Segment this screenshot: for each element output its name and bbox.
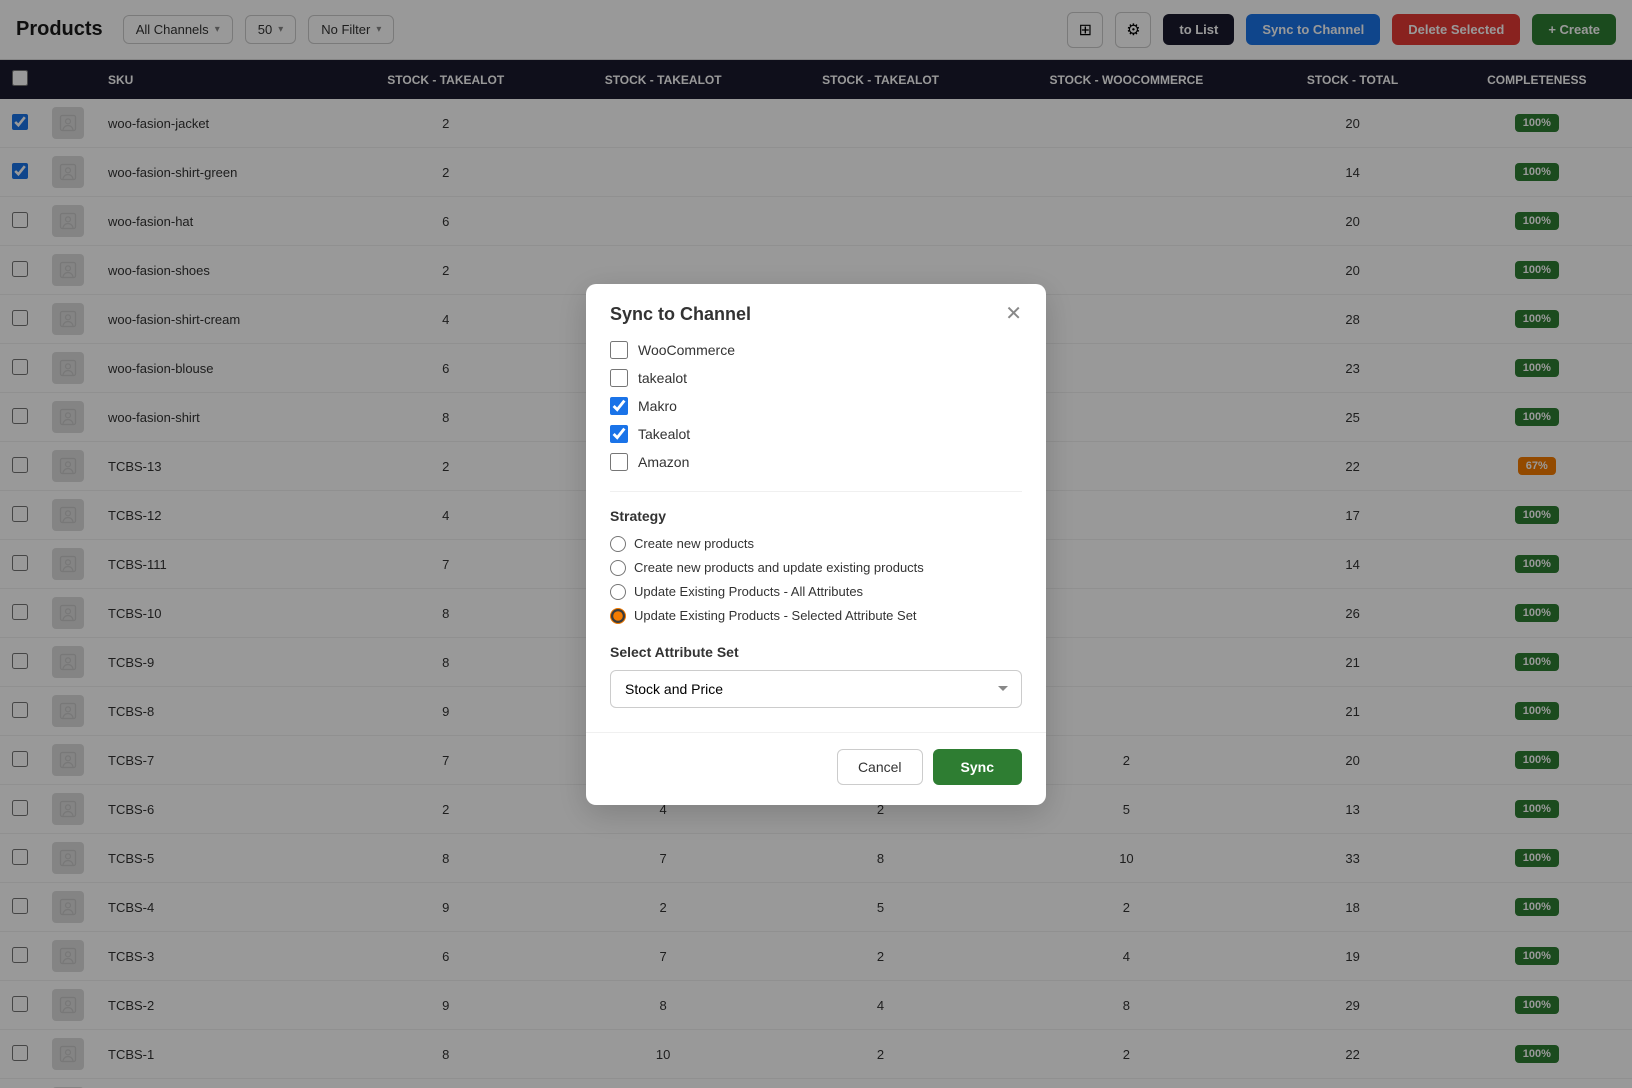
strategy-radio-create_update[interactable] [610,560,626,576]
strategy-radio-update_all[interactable] [610,584,626,600]
channel-label-woocommerce: WooCommerce [638,342,735,358]
modal-body: WooCommerce takealot Makro Takealot Amazon S… [586,341,1046,724]
channel-checkbox-woocommerce[interactable] [610,341,628,359]
attr-set-dropdown[interactable]: Stock and Price [610,670,1022,708]
channel-checkbox-takealot2[interactable] [610,425,628,443]
strategy-item-create_update: Create new products and update existing … [610,560,1022,576]
strategy-label-create_update: Create new products and update existing … [634,560,924,575]
channel-checkbox-makro[interactable] [610,397,628,415]
channel-label-takealot: takealot [638,370,687,386]
channel-label-makro: Makro [638,398,677,414]
sync-channel-modal: Sync to Channel ✕ WooCommerce takealot Mak… [586,284,1046,805]
channel-item-amazon: Amazon [610,453,1022,471]
sync-button[interactable]: Sync [933,749,1022,785]
channel-checkbox-takealot[interactable] [610,369,628,387]
strategy-item-update_all: Update Existing Products - All Attribute… [610,584,1022,600]
strategy-item-update_selected: Update Existing Products - Selected Attr… [610,608,1022,624]
close-modal-button[interactable]: ✕ [1005,304,1022,324]
strategy-radio-update_selected[interactable] [610,608,626,624]
channel-label-takealot2: Takealot [638,426,690,442]
strategy-section-label: Strategy [610,508,1022,524]
channel-checkbox-amazon[interactable] [610,453,628,471]
strategy-label-update_selected: Update Existing Products - Selected Attr… [634,608,917,623]
modal-header: Sync to Channel ✕ [586,284,1046,341]
strategy-radio-create_new[interactable] [610,536,626,552]
channel-label-amazon: Amazon [638,454,689,470]
strategy-label-create_new: Create new products [634,536,754,551]
attr-set-label: Select Attribute Set [610,644,1022,660]
strategy-item-create_new: Create new products [610,536,1022,552]
modal-overlay: Sync to Channel ✕ WooCommerce takealot Mak… [0,0,1632,1088]
modal-footer: Cancel Sync [586,732,1046,805]
channel-item-woocommerce: WooCommerce [610,341,1022,359]
channel-list: WooCommerce takealot Makro Takealot Amazon [610,341,1022,471]
strategy-list: Create new products Create new products a… [610,536,1022,624]
strategy-label-update_all: Update Existing Products - All Attribute… [634,584,863,599]
channel-item-takealot2: Takealot [610,425,1022,443]
cancel-button[interactable]: Cancel [837,749,923,785]
channel-item-takealot: takealot [610,369,1022,387]
modal-title: Sync to Channel [610,304,751,325]
channel-item-makro: Makro [610,397,1022,415]
